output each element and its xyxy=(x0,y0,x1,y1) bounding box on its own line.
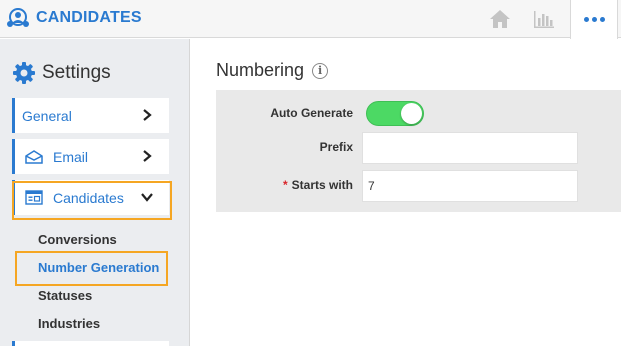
subitem-statuses[interactable]: Statuses xyxy=(38,288,92,303)
starts-with-label: Starts with xyxy=(291,178,353,192)
sidebar-item-next-partial[interactable] xyxy=(12,341,169,346)
starts-with-input[interactable] xyxy=(362,170,578,202)
auto-generate-toggle[interactable] xyxy=(366,101,424,126)
info-icon[interactable]: i xyxy=(312,62,329,79)
chevron-right-icon xyxy=(143,150,152,162)
reports-button[interactable] xyxy=(526,0,562,38)
bar-chart-icon xyxy=(534,11,554,28)
sidebar-item-general[interactable]: General xyxy=(12,98,169,133)
chevron-right-icon xyxy=(143,109,152,121)
sidebar-item-label: General xyxy=(22,107,72,124)
home-icon xyxy=(490,10,510,28)
page-title: Numbering i xyxy=(216,60,329,81)
auto-generate-label: Auto Generate xyxy=(270,106,353,120)
numbering-form: Auto Generate Prefix * Starts with xyxy=(216,90,621,212)
starts-with-label-row: * Starts with xyxy=(283,178,353,192)
highlight-box-candidates xyxy=(12,181,172,220)
prefix-input[interactable] xyxy=(362,132,578,164)
toggle-knob xyxy=(401,103,422,124)
more-menu-button[interactable] xyxy=(570,0,618,39)
sidebar-item-email[interactable]: Email xyxy=(12,139,169,174)
prefix-label: Prefix xyxy=(319,140,353,154)
candidates-logo-icon xyxy=(7,8,29,27)
sidebar-item-label: Email xyxy=(53,148,89,165)
settings-heading-label: Settings xyxy=(42,62,111,83)
settings-heading: Settings xyxy=(12,61,111,85)
app-brand[interactable]: CANDIDATES xyxy=(6,6,142,30)
envelope-icon xyxy=(25,149,43,164)
page-title-text: Numbering xyxy=(216,60,305,80)
required-asterisk: * xyxy=(282,178,288,192)
settings-sidebar: Settings General Email Candidates Conver… xyxy=(0,39,190,346)
more-dots-icon xyxy=(583,17,605,22)
subitem-conversions[interactable]: Conversions xyxy=(38,232,117,247)
top-header: CANDIDATES xyxy=(0,0,621,39)
gear-icon xyxy=(13,62,35,84)
highlight-box-number-generation xyxy=(15,251,168,286)
home-button[interactable] xyxy=(482,0,518,38)
subitem-industries[interactable]: Industries xyxy=(38,316,100,331)
app-title: CANDIDATES xyxy=(36,9,142,26)
